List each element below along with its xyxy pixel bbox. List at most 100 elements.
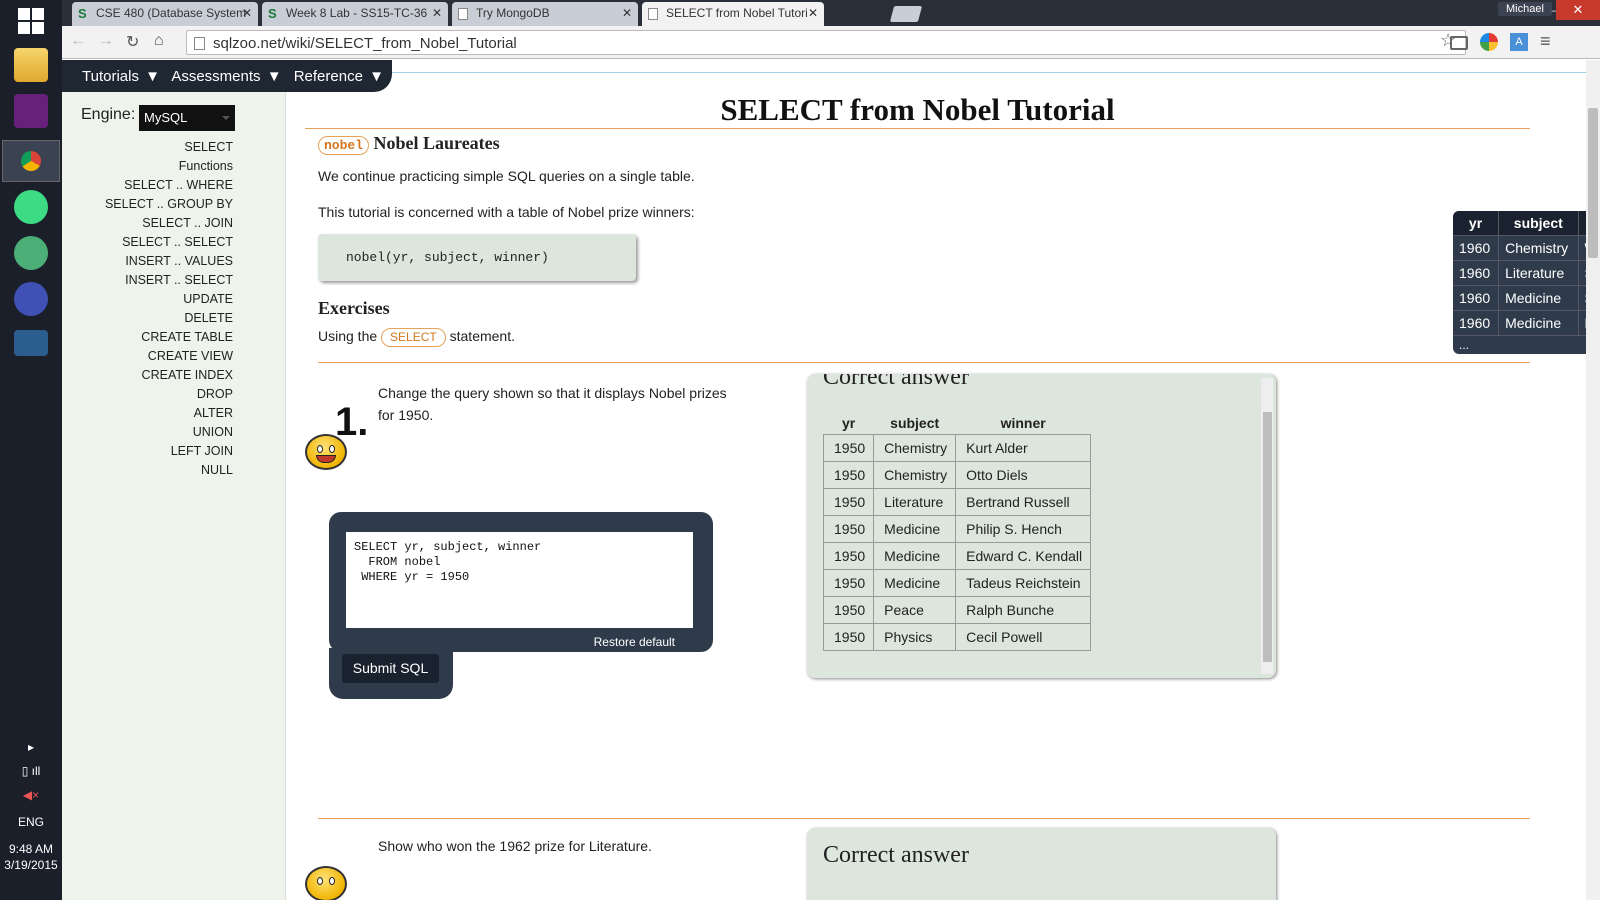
- sidebar-item[interactable]: INSERT .. VALUES: [105, 252, 233, 271]
- sql-editor[interactable]: [346, 532, 693, 628]
- sidebar-item[interactable]: SELECT .. JOIN: [105, 214, 233, 233]
- mouth: [316, 455, 336, 463]
- close-tab-icon[interactable]: ✕: [242, 6, 252, 20]
- close-tab-icon[interactable]: ✕: [432, 6, 442, 20]
- using-prefix: Using the: [318, 328, 378, 344]
- clock-date[interactable]: 3/19/2015: [0, 858, 62, 872]
- network-icon[interactable]: ▯ ıll: [0, 764, 62, 778]
- header-rule: [382, 72, 1586, 73]
- cell: 1960: [1453, 260, 1500, 286]
- home-icon[interactable]: ⌂: [154, 32, 164, 50]
- sidebar-item[interactable]: DROP: [105, 385, 233, 404]
- android-studio-icon[interactable]: [14, 190, 48, 224]
- sqlzoo-favicon-icon: S: [268, 6, 277, 21]
- page-scrollbar[interactable]: [1586, 60, 1600, 900]
- new-tab-button[interactable]: [889, 6, 923, 22]
- address-toolbar: ← → ↻ ⌂ sqlzoo.net/wiki/SELECT_from_Nobe…: [62, 26, 1600, 59]
- browser-tab[interactable]: Try MongoDB ✕: [452, 2, 638, 26]
- cell: Chemistry: [873, 434, 957, 462]
- cell: Medicine: [1498, 310, 1579, 336]
- table-name-pill[interactable]: nobel: [318, 136, 370, 155]
- eye: [317, 877, 323, 885]
- column-header: winner: [1578, 211, 1586, 236]
- sidebar-item[interactable]: CREATE INDEX: [105, 366, 233, 385]
- forward-icon[interactable]: →: [98, 32, 114, 50]
- sidebar-item[interactable]: SELECT: [105, 138, 233, 157]
- sidebar-item[interactable]: INSERT .. SELECT: [105, 271, 233, 290]
- cell: Literature: [873, 488, 957, 516]
- sidebar-item[interactable]: CREATE VIEW: [105, 347, 233, 366]
- vm-icon[interactable]: [14, 330, 48, 356]
- atom-icon[interactable]: [14, 236, 48, 270]
- restore-default-link[interactable]: Restore default: [594, 635, 675, 649]
- sidebar-item[interactable]: LEFT JOIN: [105, 442, 233, 461]
- engine-select[interactable]: MySQL: [139, 105, 235, 131]
- cast-icon[interactable]: [1450, 36, 1468, 50]
- menu-tutorials[interactable]: Tutorials ▼: [82, 68, 160, 85]
- cell: Peter Medawar: [1578, 310, 1586, 336]
- answer-title: Correct answer: [823, 842, 969, 868]
- sql-editor-panel: Restore default: [329, 512, 713, 652]
- cell: Ralph Bunche: [955, 596, 1092, 624]
- sidebar-item[interactable]: UPDATE: [105, 290, 233, 309]
- chrome-icon[interactable]: [14, 144, 48, 178]
- sidebar-item[interactable]: SELECT .. SELECT: [105, 233, 233, 252]
- submit-sql-button[interactable]: Submit SQL: [342, 654, 439, 683]
- close-window-icon[interactable]: ✕: [1556, 0, 1600, 20]
- close-tab-icon[interactable]: ✕: [808, 6, 818, 20]
- tray-expand-icon[interactable]: ▸: [0, 740, 62, 754]
- sidebar-item[interactable]: CREATE TABLE: [105, 328, 233, 347]
- tab-label: Try MongoDB: [476, 6, 550, 20]
- cell: Medicine: [873, 542, 957, 570]
- sidebar-item[interactable]: SELECT .. WHERE: [105, 176, 233, 195]
- table-row: 1960 Medicine Sir Frank Macfarlane Burne…: [1453, 285, 1586, 311]
- sidebar-item[interactable]: Functions: [105, 157, 233, 176]
- browser-tab-active[interactable]: SELECT from Nobel Tutori ✕: [642, 2, 824, 26]
- scrollbar-thumb[interactable]: [1588, 108, 1598, 258]
- column-header: winner: [1000, 415, 1046, 431]
- cell: Cecil Powell: [955, 623, 1092, 651]
- answer-scrollbar[interactable]: [1261, 378, 1273, 674]
- cell: Kurt Alder: [955, 434, 1092, 462]
- cell: 1950: [822, 461, 875, 489]
- sidebar-item[interactable]: DELETE: [105, 309, 233, 328]
- sidebar-item[interactable]: NULL: [105, 461, 233, 480]
- sidebar-item[interactable]: UNION: [105, 423, 233, 442]
- browser-tab[interactable]: S Week 8 Lab - SS15-TC-36 ✕: [262, 2, 448, 26]
- menu-icon[interactable]: ≡: [1540, 32, 1558, 51]
- sidebar-item[interactable]: SELECT .. GROUP BY: [105, 195, 233, 214]
- intro-text: We continue practicing simple SQL querie…: [318, 168, 695, 184]
- close-tab-icon[interactable]: ✕: [622, 6, 632, 20]
- sidebar-item[interactable]: ALTER: [105, 404, 233, 423]
- extension-icon[interactable]: [1480, 33, 1498, 51]
- cell: 1950: [822, 515, 875, 543]
- cell: Sir Frank Macfarlane Burnet: [1578, 285, 1586, 311]
- file-explorer-icon[interactable]: [14, 48, 48, 82]
- reload-icon[interactable]: ↻: [126, 32, 139, 52]
- schema-code: nobel(yr, subject, winner): [318, 234, 636, 281]
- page-favicon-icon: [648, 8, 658, 20]
- cell: Otto Diels: [955, 461, 1092, 489]
- language-indicator[interactable]: ENG: [0, 815, 62, 829]
- scrollbar-thumb[interactable]: [1263, 412, 1272, 662]
- windows-start-icon[interactable]: [18, 8, 44, 34]
- menu-reference[interactable]: Reference ▼: [294, 68, 384, 85]
- answer-title: Correct answer: [823, 374, 969, 390]
- github-icon[interactable]: [14, 282, 48, 316]
- menu-assessments[interactable]: Assessments ▼: [171, 68, 281, 85]
- cell: Medicine: [1498, 285, 1579, 311]
- browser-tab[interactable]: S CSE 480 (Database System ✕: [72, 2, 258, 26]
- page-info-icon[interactable]: [194, 37, 205, 50]
- clock-time[interactable]: 9:48 AM: [0, 842, 62, 856]
- select-keyword-pill[interactable]: SELECT: [381, 328, 446, 347]
- cell: 1960: [1453, 285, 1500, 311]
- translate-icon[interactable]: A: [1510, 33, 1528, 51]
- visual-studio-icon[interactable]: [14, 94, 48, 128]
- table-header-row: yr subject winner: [1453, 211, 1586, 236]
- cell: Willard F. Libby: [1578, 235, 1586, 261]
- back-icon[interactable]: ←: [70, 32, 86, 50]
- url-bar[interactable]: sqlzoo.net/wiki/SELECT_from_Nobel_Tutori…: [186, 30, 1466, 55]
- volume-muted-icon[interactable]: ◀×: [0, 788, 62, 802]
- table-row: 1960 Chemistry Willard F. Libby: [1453, 235, 1586, 261]
- smiley-icon: [305, 434, 347, 470]
